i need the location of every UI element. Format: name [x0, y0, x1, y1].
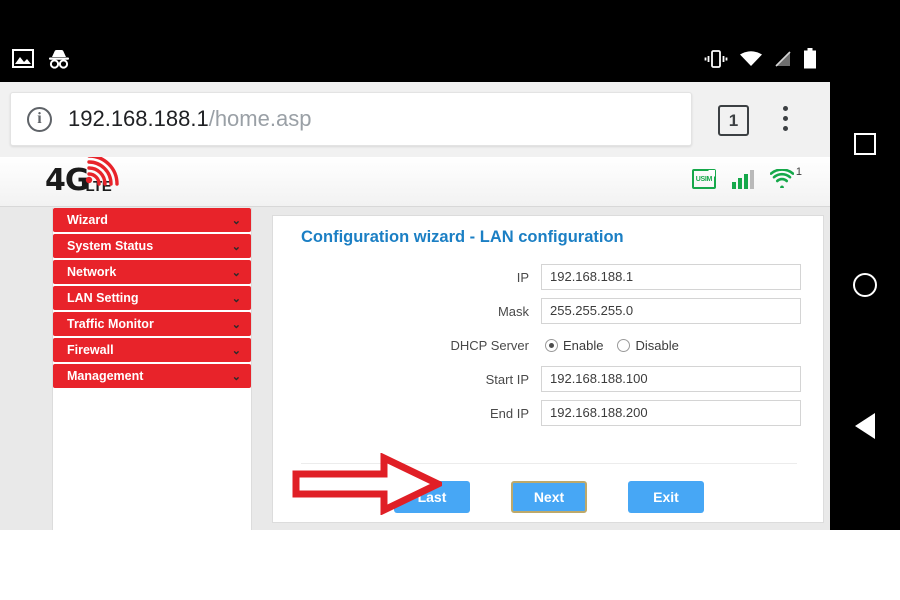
signal-off-icon — [774, 49, 792, 73]
radio-unselected-icon[interactable] — [617, 338, 631, 352]
sidebar-item-label: Firewall — [67, 343, 114, 357]
end-ip-label: End IP — [489, 405, 529, 421]
router-sidebar: Wizard ⌄ System Status ⌄ Network ⌄ LAN S… — [52, 208, 252, 530]
android-status-bar: 18:05 — [0, 40, 900, 82]
chevron-down-icon: ⌄ — [231, 266, 241, 279]
field-row-ip: IP 192.168.188.1 — [273, 262, 825, 292]
chevron-down-icon: ⌄ — [231, 344, 241, 357]
radio-selected-icon[interactable] — [545, 338, 558, 352]
sidebar-item-wizard[interactable]: Wizard ⌄ — [53, 208, 251, 232]
home-circle-icon — [853, 272, 877, 297]
vibrate-icon — [704, 49, 728, 74]
back-button[interactable] — [848, 409, 882, 443]
sidebar-item-network[interactable]: Network ⌄ — [53, 260, 251, 284]
sidebar-item-lan-setting[interactable]: LAN Setting ⌄ — [53, 286, 251, 310]
wifi-icon — [739, 50, 763, 73]
lan-configuration-form: IP 192.168.188.1 Mask 255.255.255.0 DHCP… — [273, 262, 825, 432]
sidebar-item-label: Management — [67, 369, 144, 383]
sidebar-item-label: Wizard — [67, 213, 108, 227]
signal-bars-icon — [731, 169, 754, 189]
field-row-mask: Mask 255.255.255.0 — [273, 296, 825, 326]
field-row-start-ip: Start IP 192.168.188.100 — [273, 364, 825, 394]
dhcp-disable-option[interactable]: Disable — [617, 337, 679, 353]
tab-counter-button[interactable]: 1 — [718, 105, 749, 136]
kebab-dot-1 — [783, 106, 788, 111]
mask-label: Mask — [497, 303, 529, 319]
recents-button[interactable] — [848, 127, 882, 161]
browser-toolbar: i 192.168.188.1/home.asp 1 — [0, 82, 830, 157]
end-ip-input[interactable]: 192.168.188.200 — [541, 400, 801, 426]
signal-bar-3 — [743, 174, 748, 189]
status-bar-left-icons — [0, 49, 72, 74]
dhcp-disable-label: Disable — [635, 337, 679, 353]
field-row-end-ip: End IP 192.168.188.200 — [273, 398, 825, 428]
dhcp-enable-label: Enable — [563, 337, 604, 353]
wifi-client-count: 1 — [795, 166, 802, 178]
back-triangle-icon — [855, 412, 875, 439]
ip-input[interactable]: 192.168.188.1 — [541, 264, 801, 290]
page-title: Configuration wizard - LAN configuration — [301, 228, 624, 246]
start-ip-input[interactable]: 192.168.188.100 — [541, 366, 801, 392]
dhcp-radio-group: Enable Disable — [541, 338, 679, 353]
sidebar-item-system-status[interactable]: System Status ⌄ — [53, 234, 251, 258]
sidebar-menu: Wizard ⌄ System Status ⌄ Network ⌄ LAN S… — [53, 208, 251, 388]
address-bar[interactable]: i 192.168.188.1/home.asp — [10, 92, 692, 146]
red-right-arrow-annotation — [292, 453, 442, 515]
page-info-icon[interactable]: i — [27, 106, 52, 132]
dhcp-server-label: DHCP Server — [450, 337, 529, 353]
mask-input[interactable]: 255.255.255.0 — [541, 298, 801, 324]
field-row-dhcp-server: DHCP Server Enable Disable — [273, 330, 825, 360]
android-navigation-bar — [830, 40, 900, 530]
recents-square-icon — [854, 133, 876, 156]
sim-label: USIM — [695, 175, 713, 183]
home-button[interactable] — [848, 268, 882, 302]
dhcp-enable-option[interactable]: Enable — [545, 338, 603, 353]
chevron-down-icon: ⌄ — [231, 370, 241, 383]
kebab-dot-2 — [783, 116, 788, 121]
router-webpage: 4G LTE USIM 1 Wizard ⌄ System Status ⌄ N… — [0, 157, 830, 530]
sim-card-icon: USIM — [691, 169, 716, 189]
url-text: 192.168.188.1/home.asp — [68, 106, 311, 132]
phone-screenshot: 18:05 i 192.168.188.1/home.asp 1 4G LTE — [0, 0, 900, 600]
incognito-icon — [46, 49, 72, 74]
ip-label: IP — [516, 269, 529, 285]
start-ip-label: Start IP — [485, 371, 529, 387]
browser-menu-button[interactable] — [783, 106, 788, 131]
url-domain: 192.168.188.1 — [68, 106, 209, 131]
chevron-down-icon: ⌄ — [231, 240, 241, 253]
exit-button[interactable]: Exit — [628, 481, 704, 513]
sidebar-item-label: System Status — [67, 239, 154, 253]
router-logo: 4G LTE — [45, 157, 119, 198]
signal-bar-2 — [737, 178, 742, 189]
logo-4g-text: 4G — [45, 163, 89, 198]
next-button[interactable]: Next — [511, 481, 587, 513]
chevron-down-icon: ⌄ — [231, 214, 241, 227]
signal-bar-1 — [731, 182, 736, 189]
screenshot-icon — [12, 49, 34, 73]
sidebar-item-firewall[interactable]: Firewall ⌄ — [53, 338, 251, 362]
chevron-down-icon: ⌄ — [231, 318, 241, 331]
kebab-dot-3 — [783, 126, 788, 131]
device-frame-top — [0, 0, 900, 40]
url-path: /home.asp — [208, 106, 312, 131]
signal-bar-4 — [749, 170, 754, 189]
battery-icon — [803, 48, 817, 74]
sidebar-item-label: Network — [67, 265, 117, 279]
router-header: 4G LTE USIM 1 — [0, 157, 830, 207]
sidebar-item-label: Traffic Monitor — [67, 317, 154, 331]
router-status-icons: USIM 1 — [691, 166, 802, 189]
sidebar-item-traffic-monitor[interactable]: Traffic Monitor ⌄ — [53, 312, 251, 336]
router-wifi-icon: 1 — [769, 166, 802, 188]
sidebar-item-management[interactable]: Management ⌄ — [53, 364, 251, 388]
sidebar-item-label: LAN Setting — [67, 291, 139, 305]
chevron-down-icon: ⌄ — [231, 292, 241, 305]
logo-signal-arcs — [85, 157, 119, 186]
